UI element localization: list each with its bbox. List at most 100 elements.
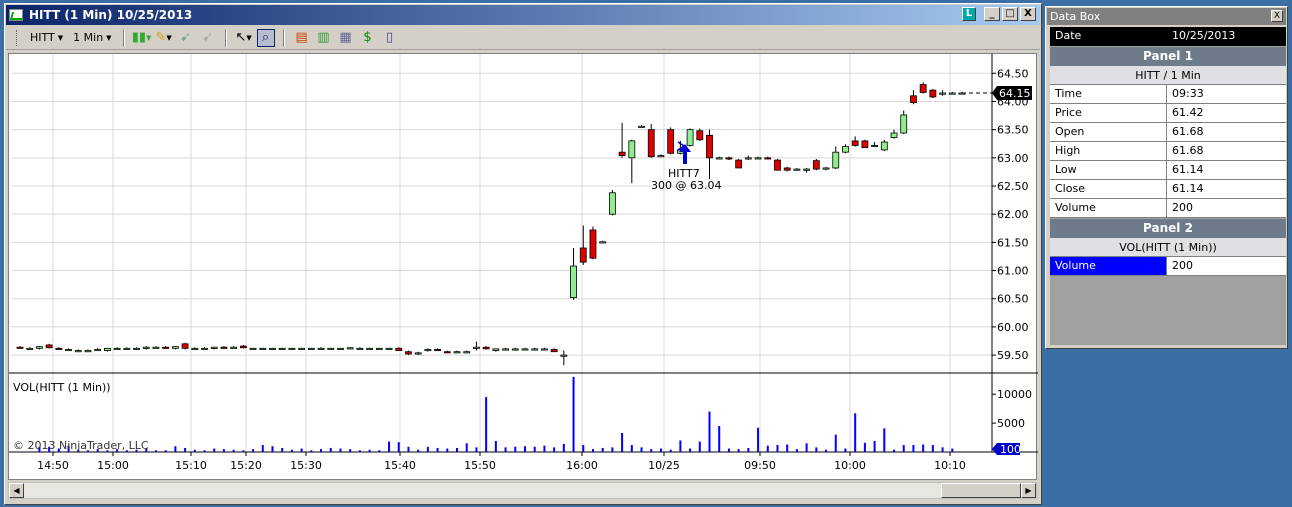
toolbar-grip[interactable] xyxy=(16,29,19,46)
databox-title-bar[interactable]: Data Box X xyxy=(1047,8,1286,25)
candle-body[interactable] xyxy=(686,129,694,146)
candle-body[interactable] xyxy=(133,347,140,350)
candle-body[interactable] xyxy=(249,347,257,350)
candle-body[interactable] xyxy=(288,347,296,350)
candle-body[interactable] xyxy=(783,167,791,171)
candle-body[interactable] xyxy=(152,346,160,349)
candle-body[interactable] xyxy=(473,346,480,349)
candle-body[interactable] xyxy=(395,347,403,351)
candle-body[interactable] xyxy=(531,348,539,351)
candle-body[interactable] xyxy=(162,346,170,349)
candle-body[interactable] xyxy=(269,347,276,350)
candle-body[interactable] xyxy=(424,349,432,352)
scroll-left-button[interactable]: ◀ xyxy=(9,483,24,498)
candle-body[interactable] xyxy=(657,155,665,158)
candle-body[interactable] xyxy=(579,247,587,263)
candle-body[interactable] xyxy=(181,343,189,349)
candle-body[interactable] xyxy=(201,347,208,350)
candle-body[interactable] xyxy=(793,168,801,171)
candle-body[interactable] xyxy=(74,350,82,353)
candle-body[interactable] xyxy=(113,347,121,350)
scroll-thumb[interactable] xyxy=(941,483,1021,498)
chart-plot-area[interactable]: 64.50 64.00 63.50 63.00 62.50 62.00 61.50 61.00… xyxy=(8,53,1038,480)
candle-body[interactable] xyxy=(890,132,898,138)
horizontal-scrollbar[interactable]: ◀ ▶ xyxy=(8,482,1037,499)
strategies-icon[interactable]: ▤ xyxy=(293,29,311,47)
candle-body[interactable] xyxy=(327,347,335,350)
candle-body[interactable] xyxy=(171,346,179,349)
candle-body[interactable] xyxy=(822,167,830,170)
indicators-icon[interactable]: ▥ xyxy=(315,29,333,47)
pointer-icon[interactable]: ↖ ▼ xyxy=(235,29,253,47)
candle-body[interactable] xyxy=(696,130,704,141)
candle-body[interactable] xyxy=(142,346,150,349)
candle-body[interactable] xyxy=(356,347,364,350)
candle-body[interactable] xyxy=(123,347,131,350)
candle-body[interactable] xyxy=(706,134,713,159)
candle-body[interactable] xyxy=(278,347,286,350)
candle-body[interactable] xyxy=(220,346,228,349)
candle-body[interactable] xyxy=(628,140,636,159)
candle-body[interactable] xyxy=(502,348,509,351)
currency-icon[interactable]: $ xyxy=(359,29,377,47)
disabled-tool-icon[interactable]: ➹ xyxy=(199,29,217,47)
candle-body[interactable] xyxy=(929,89,937,98)
candle-body[interactable] xyxy=(55,347,63,350)
candle-body[interactable] xyxy=(599,241,607,244)
candle-body[interactable] xyxy=(541,348,548,351)
candle-body[interactable] xyxy=(104,347,111,351)
candle-body[interactable] xyxy=(667,129,675,154)
link-icon[interactable]: L xyxy=(962,7,976,21)
zoom-icon[interactable]: ⌕ xyxy=(256,28,275,47)
candle-body[interactable] xyxy=(414,352,422,355)
instrument-selector[interactable]: HITT ▼ xyxy=(27,31,66,44)
candle-body[interactable] xyxy=(939,92,946,95)
candle-body[interactable] xyxy=(735,159,743,169)
drawing-pencil-icon[interactable]: ✎ ▼ xyxy=(155,29,173,47)
interval-selector[interactable]: 1 Min ▼ xyxy=(70,31,114,44)
candle-body[interactable] xyxy=(861,140,869,149)
candle-body[interactable] xyxy=(725,157,733,160)
candle-body[interactable] xyxy=(608,192,616,215)
chart-properties-icon[interactable]: ▦ xyxy=(337,29,355,47)
databox-close-button[interactable]: X xyxy=(1271,10,1283,22)
candle-body[interactable] xyxy=(511,348,519,351)
candle-body[interactable] xyxy=(764,157,772,160)
candle-body[interactable] xyxy=(239,345,247,349)
candle-body[interactable] xyxy=(492,348,500,351)
chart-style-icon[interactable]: ▮▮ ▼ xyxy=(132,29,152,47)
candle-body[interactable] xyxy=(842,146,849,153)
candle-body[interactable] xyxy=(880,141,888,151)
candle-body[interactable] xyxy=(191,347,199,350)
candle-body[interactable] xyxy=(948,92,956,95)
candle-body[interactable] xyxy=(900,114,908,134)
candle-body[interactable] xyxy=(803,168,811,171)
candle-body[interactable] xyxy=(647,129,655,158)
candle-body[interactable] xyxy=(550,349,558,353)
candle-body[interactable] xyxy=(715,157,723,160)
candle-body[interactable] xyxy=(638,125,645,128)
candle-body[interactable] xyxy=(871,145,878,148)
candle-body[interactable] xyxy=(94,349,102,352)
trade-arrow-icon[interactable]: ➹ xyxy=(177,29,195,47)
candle-body[interactable] xyxy=(317,347,325,350)
candle-body[interactable] xyxy=(832,151,840,169)
candle-body[interactable] xyxy=(36,346,43,349)
candle-body[interactable] xyxy=(744,157,752,160)
candle-body[interactable] xyxy=(298,347,306,350)
candle-body[interactable] xyxy=(463,351,471,354)
candle-body[interactable] xyxy=(375,347,383,350)
candle-body[interactable] xyxy=(16,346,24,349)
candle-body[interactable] xyxy=(443,351,451,354)
candle-body[interactable] xyxy=(482,346,490,350)
chart-title-bar[interactable]: HITT (1 Min) 10/25/2013 L _ □ X xyxy=(6,5,1040,25)
candle-body[interactable] xyxy=(366,347,374,350)
candle-body[interactable] xyxy=(385,347,393,350)
maximize-button[interactable]: □ xyxy=(1002,7,1018,21)
close-button[interactable]: X xyxy=(1020,7,1036,21)
candle-body[interactable] xyxy=(754,157,762,160)
candle-body[interactable] xyxy=(851,140,859,146)
candle-body[interactable] xyxy=(259,347,267,350)
candle-body[interactable] xyxy=(774,159,781,171)
candle-body[interactable] xyxy=(570,265,577,298)
